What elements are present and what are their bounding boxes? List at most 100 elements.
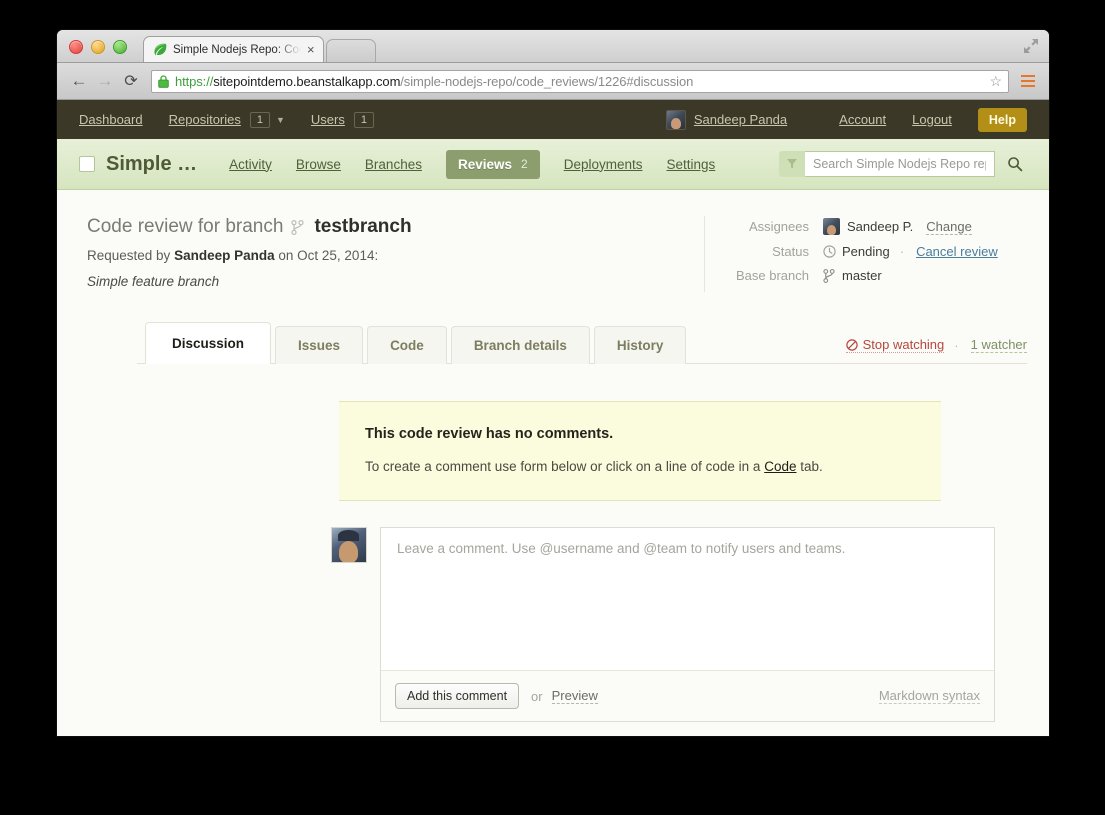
meta-row-assignees: Assignees Sandeep P. Change: [727, 218, 1027, 235]
notice-heading: This code review has no comments.: [365, 426, 915, 442]
review-requested-line: Requested by Sandeep Panda on Oct 25, 20…: [87, 248, 704, 263]
assignee-name: Sandeep P.: [847, 219, 913, 234]
watchers-link[interactable]: 1 watcher: [971, 337, 1027, 353]
or-label: or: [531, 689, 543, 704]
repo-nav-deployments[interactable]: Deployments: [564, 157, 643, 172]
repo-nav-branches[interactable]: Branches: [365, 157, 422, 172]
help-button[interactable]: Help: [978, 108, 1027, 132]
avatar: [823, 218, 840, 235]
browser-titlebar: Simple Nodejs Repo: Code ×: [57, 30, 1049, 63]
repo-nav-reviews-label: Reviews: [458, 157, 512, 172]
nav-repositories[interactable]: Repositories: [169, 112, 241, 127]
branch-icon: [823, 269, 835, 283]
base-branch-label: Base branch: [727, 268, 809, 283]
page-title-branch: testbranch: [314, 216, 411, 238]
repo-favorite-checkbox[interactable]: [79, 156, 95, 172]
url-path: /simple-nodejs-repo/code_reviews/1226#di…: [400, 74, 693, 89]
chevron-down-icon[interactable]: ▼: [276, 115, 285, 125]
lock-icon: [158, 75, 169, 88]
status-badge: Pending: [842, 244, 890, 259]
nav-logout[interactable]: Logout: [912, 112, 952, 127]
back-button[interactable]: ←: [67, 69, 91, 93]
repo-nav-settings[interactable]: Settings: [667, 157, 716, 172]
leaf-favicon-icon: [152, 42, 168, 58]
filter-button[interactable]: [779, 151, 805, 177]
discussion-panel: This code review has no comments. To cre…: [57, 401, 1049, 722]
global-nav: Dashboard Repositories 1 ▼ Users 1 Sande…: [57, 100, 1049, 139]
stop-watching-link[interactable]: Stop watching: [846, 337, 945, 353]
meta-row-base-branch: Base branch master: [727, 268, 1027, 283]
review-description: Simple feature branch: [87, 274, 704, 289]
browser-tab[interactable]: Simple Nodejs Repo: Code ×: [143, 36, 324, 62]
comment-textarea[interactable]: [381, 528, 994, 670]
page-title: Code review for branch testbranch: [87, 216, 704, 238]
no-entry-icon: [846, 339, 858, 351]
status-label: Status: [727, 244, 809, 259]
clock-icon: [823, 245, 836, 258]
requested-by: Sandeep Panda: [174, 248, 275, 263]
comment-actions: Add this comment or Preview Markdown syn…: [381, 670, 994, 721]
close-tab-icon[interactable]: ×: [301, 43, 315, 56]
url-host: sitepointdemo.beanstalkapp.com: [213, 74, 400, 89]
preview-link[interactable]: Preview: [552, 688, 598, 704]
tab-code[interactable]: Code: [367, 326, 447, 364]
address-bar-url: https://sitepointdemo.beanstalkapp.com/s…: [175, 74, 693, 89]
users-count-badge: 1: [354, 112, 374, 128]
nav-user-name[interactable]: Sandeep Panda: [694, 112, 787, 127]
assignees-label: Assignees: [727, 219, 809, 234]
address-bar[interactable]: https://sitepointdemo.beanstalkapp.com/s…: [151, 70, 1009, 93]
watch-controls: Stop watching · 1 watcher: [846, 337, 1027, 363]
nav-user[interactable]: Sandeep Panda: [666, 110, 787, 130]
page-title-prefix: Code review for branch: [87, 216, 283, 238]
browser-menu-icon[interactable]: [1017, 70, 1039, 92]
fullscreen-icon[interactable]: [1023, 38, 1039, 54]
repo-name: Simple …: [106, 153, 197, 176]
branch-icon: [291, 220, 304, 235]
browser-tab-title: Simple Nodejs Repo: Code: [173, 44, 301, 56]
nav-dashboard[interactable]: Dashboard: [79, 112, 143, 127]
notice-body-before: To create a comment use form below or cl…: [365, 459, 764, 474]
tab-history[interactable]: History: [594, 326, 687, 364]
screen: Simple Nodejs Repo: Code × ← → ⟳ https:/…: [0, 0, 1105, 815]
close-window-button[interactable]: [69, 40, 83, 54]
zoom-window-button[interactable]: [113, 40, 127, 54]
browser-tabstrip: Simple Nodejs Repo: Code ×: [143, 35, 376, 62]
minimize-window-button[interactable]: [91, 40, 105, 54]
url-scheme: https://: [175, 74, 213, 89]
tab-issues[interactable]: Issues: [275, 326, 363, 364]
tab-branch-details[interactable]: Branch details: [451, 326, 590, 364]
forward-button[interactable]: →: [93, 69, 117, 93]
repo-nav-activity[interactable]: Activity: [229, 157, 272, 172]
repo-nav-reviews[interactable]: Reviews 2: [446, 150, 540, 179]
funnel-icon: [786, 158, 798, 170]
repo-nav: Simple … Activity Browse Branches Review…: [57, 139, 1049, 190]
base-branch-name: master: [842, 268, 882, 283]
page-content: Dashboard Repositories 1 ▼ Users 1 Sande…: [57, 100, 1049, 736]
repo-nav-browse[interactable]: Browse: [296, 157, 341, 172]
browser-toolbar: ← → ⟳ https://sitepointdemo.beanstalkapp…: [57, 63, 1049, 100]
nav-account[interactable]: Account: [839, 112, 886, 127]
markdown-syntax-link[interactable]: Markdown syntax: [879, 688, 980, 704]
bookmark-star-icon[interactable]: ☆: [981, 73, 1002, 90]
browser-window: Simple Nodejs Repo: Code × ← → ⟳ https:/…: [57, 30, 1049, 736]
notice-code-link[interactable]: Code: [764, 459, 796, 474]
comment-composer: Add this comment or Preview Markdown syn…: [331, 527, 995, 722]
search-icon: [1007, 156, 1023, 172]
nav-users[interactable]: Users: [311, 112, 345, 127]
notice-body: To create a comment use form below or cl…: [365, 459, 915, 474]
search-input[interactable]: [805, 151, 995, 177]
repo-title[interactable]: Simple …: [79, 153, 197, 176]
change-assignee-link[interactable]: Change: [926, 219, 972, 235]
requested-prefix: Requested by: [87, 248, 170, 263]
new-tab-button[interactable]: [326, 39, 376, 62]
watch-separator: ·: [954, 338, 958, 353]
assignees-value: Sandeep P. Change: [823, 218, 972, 235]
tab-discussion[interactable]: Discussion: [145, 322, 271, 364]
repositories-count-badge: 1: [250, 112, 270, 128]
cancel-review-link[interactable]: Cancel review: [916, 244, 998, 259]
add-comment-button[interactable]: Add this comment: [395, 683, 519, 709]
avatar: [331, 527, 367, 563]
empty-comments-notice: This code review has no comments. To cre…: [339, 401, 941, 501]
search-button[interactable]: [1001, 151, 1029, 177]
reload-button[interactable]: ⟳: [119, 69, 143, 93]
